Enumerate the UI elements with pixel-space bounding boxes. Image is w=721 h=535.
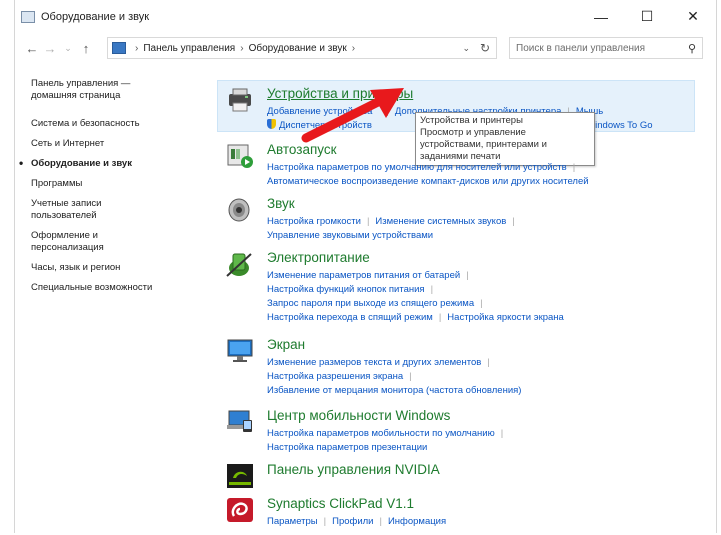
sidebar-item-user-accounts-line2[interactable]: пользователей	[31, 210, 201, 222]
wake-password-link[interactable]: Запрос пароля при выходе из спящего режи…	[267, 298, 474, 309]
sidebar-item-system-security[interactable]: Система и безопасность	[31, 118, 201, 130]
speaker-icon	[228, 198, 250, 222]
tooltip-line: Устройства и принтеры	[420, 115, 523, 126]
resolution-link[interactable]: Настройка разрешения экрана	[267, 371, 403, 382]
mobility-defaults-link[interactable]: Настройка параметров мобильности по умол…	[267, 428, 495, 439]
autoplay-cd-link[interactable]: Автоматическое воспроизведение компакт-д…	[267, 176, 589, 187]
mobility-title[interactable]: Центр мобильности Windows	[267, 408, 450, 423]
uac-shield-icon	[267, 119, 276, 129]
minimize-button[interactable]: —	[578, 0, 624, 33]
breadcrumb-separator-icon[interactable]: ›	[240, 43, 243, 54]
sound-devices-link[interactable]: Управление звуковыми устройствами	[267, 230, 433, 241]
breadcrumb-hardware-sound[interactable]: Оборудование и звук	[249, 43, 347, 54]
synaptics-title[interactable]: Synaptics ClickPad V1.1	[267, 496, 414, 511]
address-bar[interactable]: › Панель управления › Оборудование и зву…	[107, 37, 497, 59]
nvidia-icon	[227, 464, 253, 488]
search-input[interactable]: Поиск в панели управления ⚲	[509, 37, 703, 59]
text-size-link[interactable]: Изменение размеров текста и других элеме…	[267, 357, 481, 368]
refresh-rate-link[interactable]: Избавление от мерцания монитора (частота…	[267, 385, 521, 396]
sidebar-item-appearance-line2[interactable]: персонализация	[31, 242, 201, 254]
sleep-settings-link[interactable]: Настройка перехода в спящий режим	[267, 312, 433, 323]
annotation-arrow-icon	[301, 88, 404, 143]
window-controls: — ☐ ✕	[578, 0, 716, 33]
autoplay-title[interactable]: Автозапуск	[267, 142, 337, 157]
synaptics-profiles-link[interactable]: Профили	[332, 516, 373, 527]
sidebar-item-home[interactable]: Панель управления —	[31, 78, 201, 90]
search-placeholder: Поиск в панели управления	[516, 42, 646, 54]
back-arrow-icon[interactable]: ←	[23, 41, 41, 56]
brightness-link[interactable]: Настройка яркости экрана	[447, 312, 564, 323]
synaptics-links: Параметры | Профили | Информация	[267, 516, 447, 527]
synaptics-icon	[227, 498, 253, 522]
nvidia-title[interactable]: Панель управления NVIDIA	[267, 462, 440, 477]
autoplay-defaults-link[interactable]: Настройка параметров по умолчанию для но…	[267, 162, 567, 173]
power-buttons-link[interactable]: Настройка функций кнопок питания	[267, 284, 425, 295]
search-icon[interactable]: ⚲	[688, 42, 696, 55]
up-arrow-icon[interactable]: ↑	[77, 41, 95, 56]
mobility-links: Настройка параметров мобильности по умол…	[267, 428, 504, 453]
volume-link[interactable]: Настройка громкости	[267, 216, 361, 227]
sidebar-item-home-line2[interactable]: домашняя страница	[31, 90, 201, 102]
sidebar-item-network[interactable]: Сеть и Интернет	[31, 138, 201, 150]
power-links: Изменение параметров питания от батарей |…	[267, 270, 564, 323]
address-dropdown-icon[interactable]: ⌄	[462, 43, 470, 54]
presentation-settings-link[interactable]: Настройка параметров презентации	[267, 442, 427, 453]
refresh-icon[interactable]: ↻	[480, 41, 490, 55]
sound-title[interactable]: Звук	[267, 196, 295, 211]
tooltip-line: Просмотр и управление	[420, 127, 526, 138]
autoplay-links: Настройка параметров по умолчанию для но…	[267, 162, 589, 187]
display-links: Изменение размеров текста и других элеме…	[267, 357, 522, 396]
mobility-center-icon	[227, 410, 252, 432]
tooltip-line: устройствами, принтерами и	[420, 139, 547, 150]
autoplay-icon	[227, 144, 253, 168]
battery-settings-link[interactable]: Изменение параметров питания от батарей	[267, 270, 460, 281]
printer-icon	[229, 88, 251, 112]
battery-power-icon	[226, 253, 252, 277]
breadcrumb-separator-icon[interactable]: ›	[352, 43, 355, 54]
sidebar-item-clock-region[interactable]: Часы, язык и регион	[31, 262, 201, 274]
close-button[interactable]: ✕	[670, 0, 716, 33]
maximize-button[interactable]: ☐	[624, 0, 670, 33]
tooltip: Устройства и принтеры Просмотр и управле…	[415, 112, 595, 166]
folder-icon	[21, 10, 35, 23]
sidebar-item-accessibility[interactable]: Специальные возможности	[31, 282, 201, 294]
sidebar-item-appearance[interactable]: Оформление и	[31, 230, 201, 242]
sidebar-item-programs[interactable]: Программы	[31, 178, 201, 190]
system-sounds-link[interactable]: Изменение системных звуков	[375, 216, 506, 227]
sidebar-item-hardware-sound[interactable]: Оборудование и звук	[19, 157, 201, 170]
sidebar-item-user-accounts[interactable]: Учетные записи	[31, 198, 201, 210]
control-panel-window: Оборудование и звук — ☐ ✕ ← → ⌄ ↑ › Пане…	[14, 0, 717, 533]
control-panel-icon	[112, 42, 126, 54]
breadcrumb-control-panel[interactable]: Панель управления	[143, 43, 235, 54]
monitor-icon	[227, 339, 253, 362]
power-title[interactable]: Электропитание	[267, 250, 370, 265]
navigation-bar: ← → ⌄ ↑ › Панель управления › Оборудован…	[15, 33, 716, 63]
display-title[interactable]: Экран	[267, 337, 305, 352]
sidebar: Панель управления — домашняя страница Си…	[19, 78, 201, 302]
sound-links: Настройка громкости | Изменение системных …	[267, 216, 515, 241]
window-title: Оборудование и звук	[41, 10, 150, 23]
recent-locations-chevron-icon[interactable]: ⌄	[59, 43, 77, 54]
title-bar: Оборудование и звук — ☐ ✕	[15, 0, 716, 33]
synaptics-info-link[interactable]: Информация	[388, 516, 446, 527]
synaptics-params-link[interactable]: Параметры	[267, 516, 318, 527]
breadcrumb-separator-icon[interactable]: ›	[135, 43, 138, 54]
forward-arrow-icon[interactable]: →	[41, 41, 59, 56]
